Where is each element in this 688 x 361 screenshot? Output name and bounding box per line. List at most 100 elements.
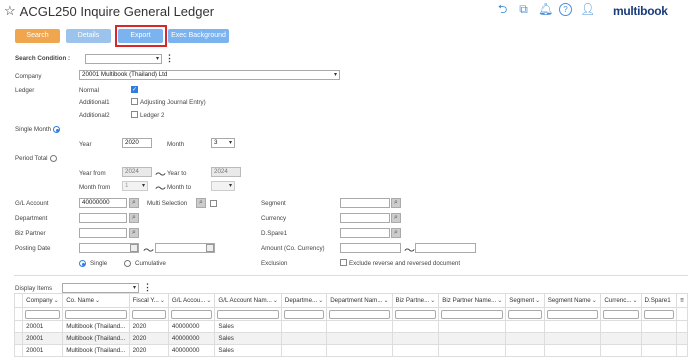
gl-account-input[interactable]: 40000000 <box>79 198 127 208</box>
column-filter-input[interactable] <box>643 309 675 319</box>
single-month-radio[interactable] <box>53 126 60 133</box>
export-button[interactable]: Export <box>118 29 163 43</box>
column-header[interactable]: G/L Accou...⌄ <box>167 293 216 308</box>
column-header[interactable]: D.Spare1 <box>640 293 678 308</box>
column-filter-input[interactable] <box>508 309 542 319</box>
exec-background-button[interactable]: Exec Background <box>168 29 229 43</box>
currency-search-icon[interactable]: ⌕ <box>391 213 401 223</box>
search-button[interactable]: Search <box>15 29 60 43</box>
header-icons: ⮌ ⧉ 🔔︎ ? 👤︎ <box>496 3 595 16</box>
month-from-select[interactable]: 1 ▾ <box>122 181 148 191</box>
column-header[interactable]: Department Nam...⌄ <box>326 293 393 308</box>
ledger-additional1-checkbox[interactable] <box>131 98 138 105</box>
filter-cell[interactable] <box>214 307 282 321</box>
filter-cell[interactable] <box>167 307 216 321</box>
search-condition-menu-icon[interactable]: ⋮ <box>165 54 174 63</box>
amount-to-input[interactable] <box>415 243 476 253</box>
column-filter-input[interactable] <box>546 309 599 319</box>
column-filter-input[interactable] <box>441 309 504 319</box>
results-table: Company⌄ Co. Name⌄ Fiscal Y...⌄ G/L Acco… <box>13 293 688 357</box>
filter-cell[interactable] <box>326 307 393 321</box>
column-header[interactable]: G/L Account Nam...⌄ <box>214 293 282 308</box>
column-header[interactable]: Biz Partner Name...⌄ <box>438 293 507 308</box>
filter-cell[interactable] <box>543 307 602 321</box>
posting-date-to-calendar-icon[interactable] <box>206 244 214 252</box>
column-menu-icon[interactable]: ≡ <box>676 293 688 308</box>
column-filter-input[interactable] <box>603 309 639 319</box>
table-row[interactable]: 20001 Multibook (Thailand... 2020 400000… <box>13 332 688 345</box>
column-filter-input[interactable] <box>217 309 279 319</box>
multi-selection-search-icon[interactable]: ⌕ <box>196 198 206 208</box>
filter-cell[interactable] <box>640 307 678 321</box>
filter-cell[interactable] <box>438 307 507 321</box>
column-header[interactable]: Currenc...⌄ <box>600 293 642 308</box>
amount-from-input[interactable] <box>340 243 401 253</box>
row-select-cell[interactable] <box>13 332 24 345</box>
column-header[interactable]: Co. Name⌄ <box>62 293 130 308</box>
filter-cell[interactable] <box>505 307 545 321</box>
period-total-radio[interactable] <box>50 155 57 162</box>
export-window-icon[interactable]: ⧉ <box>517 3 530 16</box>
cumulative-radio[interactable] <box>124 260 131 267</box>
filter-cell[interactable] <box>62 307 130 321</box>
posting-date-from-calendar-icon[interactable] <box>130 244 138 252</box>
bell-icon[interactable]: 🔔︎ <box>538 3 553 16</box>
table-cell: 2020 <box>128 344 169 357</box>
column-header[interactable]: Biz Partne...⌄ <box>391 293 440 308</box>
dspare1-input[interactable] <box>340 228 390 238</box>
single-radio[interactable] <box>79 260 86 267</box>
column-header[interactable]: Segment⌄ <box>505 293 545 308</box>
column-filter-input[interactable] <box>170 309 213 319</box>
column-filter-input[interactable] <box>329 309 390 319</box>
single-label: Single <box>90 260 108 267</box>
filter-cell[interactable] <box>22 307 64 321</box>
dspare1-label: D.Spare1 <box>261 230 288 237</box>
month-to-select[interactable]: ▾ <box>211 181 235 191</box>
column-header[interactable]: Departme...⌄ <box>280 293 328 308</box>
column-header[interactable]: Fiscal Y...⌄ <box>128 293 169 308</box>
company-select[interactable]: 20001 Multibook (Thailand) Ltd ▾ <box>79 70 340 80</box>
display-items-menu-icon[interactable]: ⋮ <box>143 283 152 292</box>
dspare1-search-icon[interactable]: ⌕ <box>391 228 401 238</box>
row-select-cell[interactable] <box>13 320 24 333</box>
table-row[interactable]: 20001 Multibook (Thailand... 2020 400000… <box>13 344 688 357</box>
column-header[interactable]: Company⌄ <box>22 293 64 308</box>
ledger-normal-checkbox[interactable]: ✓ <box>131 86 138 93</box>
department-search-icon[interactable]: ⌕ <box>129 213 139 223</box>
biz-partner-input[interactable] <box>79 228 127 238</box>
table-cell <box>326 332 393 345</box>
year-from-input[interactable]: 2024 <box>122 167 152 177</box>
column-header[interactable]: Segment Name⌄ <box>543 293 602 308</box>
filter-cell[interactable] <box>600 307 642 321</box>
back-icon[interactable]: ⮌ <box>496 3 509 16</box>
table-row[interactable]: 20001 Multibook (Thailand... 2020 400000… <box>13 320 688 333</box>
search-condition-select[interactable]: ▾ <box>85 54 162 64</box>
filter-cell[interactable] <box>128 307 169 321</box>
gl-account-search-icon[interactable]: ⌕ <box>129 198 139 208</box>
favorite-star-icon[interactable]: ☆ <box>4 3 16 19</box>
segment-search-icon[interactable]: ⌕ <box>391 198 401 208</box>
month-select[interactable]: 3 ▾ <box>211 138 235 148</box>
column-filter-input[interactable] <box>394 309 437 319</box>
help-icon[interactable]: ? <box>559 3 572 16</box>
column-filter-input[interactable] <box>65 309 127 319</box>
year-input[interactable]: 2020 <box>122 138 152 148</box>
column-filter-input[interactable] <box>283 309 325 319</box>
multi-selection-checkbox[interactable] <box>210 200 217 207</box>
currency-input[interactable] <box>340 213 390 223</box>
exclusion-checkbox[interactable] <box>340 259 347 266</box>
column-filter-input[interactable] <box>131 309 166 319</box>
year-to-input[interactable]: 2024 <box>211 167 241 177</box>
select-all-header[interactable] <box>13 293 24 308</box>
biz-partner-search-icon[interactable]: ⌕ <box>129 228 139 238</box>
row-select-cell[interactable] <box>13 344 24 357</box>
filter-cell[interactable] <box>280 307 328 321</box>
display-items-select[interactable]: ▾ <box>62 283 139 293</box>
filter-cell[interactable] <box>391 307 440 321</box>
user-icon[interactable]: 👤︎ <box>580 3 595 16</box>
column-filter-input[interactable] <box>25 309 61 319</box>
ledger-additional2-checkbox[interactable] <box>131 111 138 118</box>
department-input[interactable] <box>79 213 127 223</box>
details-button[interactable]: Details <box>66 29 111 43</box>
segment-input[interactable] <box>340 198 390 208</box>
